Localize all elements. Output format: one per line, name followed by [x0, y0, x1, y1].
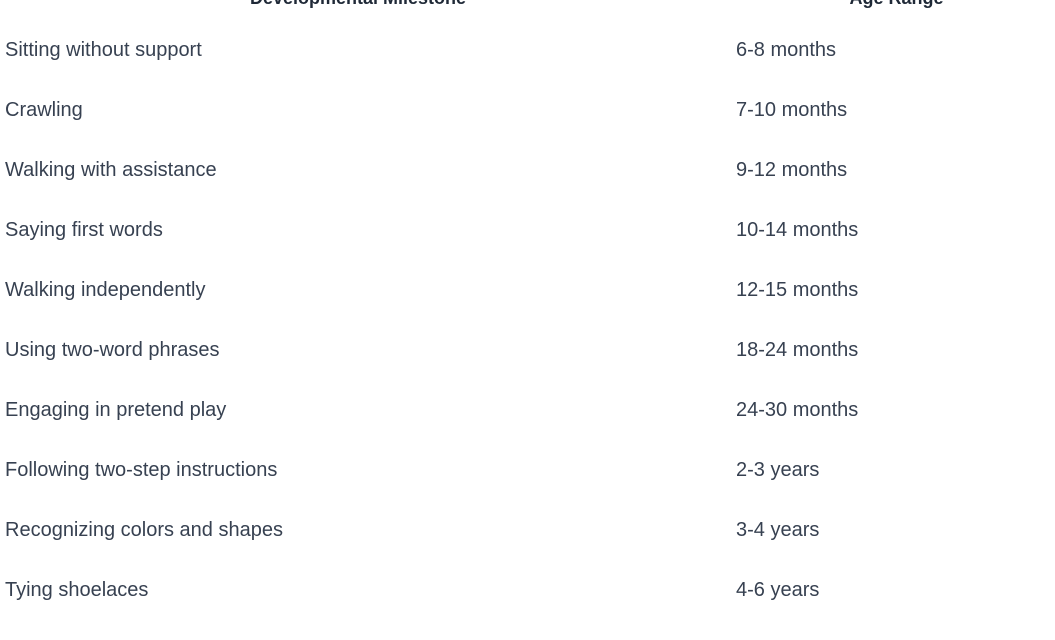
- table-body: Sitting without support 6-8 months Crawl…: [0, 20, 1055, 620]
- age-range-cell: 18-24 months: [736, 339, 859, 361]
- milestone-header-label: Developmental Milestone: [250, 0, 466, 8]
- age-range-header-label: Age Range: [849, 0, 943, 8]
- table-row: Saying first words 10-14 months: [0, 200, 1055, 260]
- table-row: Engaging in pretend play 24-30 months: [0, 380, 1055, 440]
- milestone-cell: Sitting without support: [5, 39, 202, 61]
- milestone-cell: Engaging in pretend play: [5, 399, 227, 421]
- table-row: Walking independently 12-15 months: [0, 260, 1055, 320]
- age-range-cell: 10-14 months: [736, 219, 859, 241]
- table-row: Recognizing colors and shapes 3-4 years: [0, 500, 1055, 560]
- table-row: Tying shoelaces 4-6 years: [0, 560, 1055, 620]
- age-range-cell: 6-8 months: [736, 39, 837, 61]
- milestone-cell: Walking with assistance: [5, 159, 217, 181]
- milestone-cell: Following two-step instructions: [5, 459, 278, 481]
- milestone-cell: Using two-word phrases: [5, 339, 220, 361]
- age-range-cell: 12-15 months: [736, 279, 859, 301]
- table-row: Using two-word phrases 18-24 months: [0, 320, 1055, 380]
- header-row: Developmental Milestone Age Range: [0, 0, 1055, 20]
- age-range-cell: 7-10 months: [736, 99, 848, 121]
- table-header: Developmental Milestone Age Range: [0, 0, 1055, 20]
- milestone-cell: Saying first words: [5, 219, 163, 241]
- age-range-cell: 4-6 years: [736, 579, 820, 601]
- milestone-cell: Tying shoelaces: [5, 579, 149, 601]
- milestones-table: Developmental Milestone Age Range Sittin…: [0, 0, 1055, 620]
- age-range-cell: 3-4 years: [736, 519, 820, 541]
- milestones-table-container: Developmental Milestone Age Range Sittin…: [0, 0, 1055, 640]
- age-range-column-header: Age Range: [730, 0, 1055, 20]
- milestone-cell: Recognizing colors and shapes: [5, 519, 283, 541]
- table-row: Walking with assistance 9-12 months: [0, 140, 1055, 200]
- milestone-column-header: Developmental Milestone: [0, 0, 730, 20]
- milestone-cell: Walking independently: [5, 279, 206, 301]
- age-range-cell: 24-30 months: [736, 399, 859, 421]
- age-range-cell: 2-3 years: [736, 459, 820, 481]
- table-row: Sitting without support 6-8 months: [0, 20, 1055, 80]
- table-row: Crawling 7-10 months: [0, 80, 1055, 140]
- milestone-cell: Crawling: [5, 99, 83, 121]
- table-row: Following two-step instructions 2-3 year…: [0, 440, 1055, 500]
- age-range-cell: 9-12 months: [736, 159, 848, 181]
